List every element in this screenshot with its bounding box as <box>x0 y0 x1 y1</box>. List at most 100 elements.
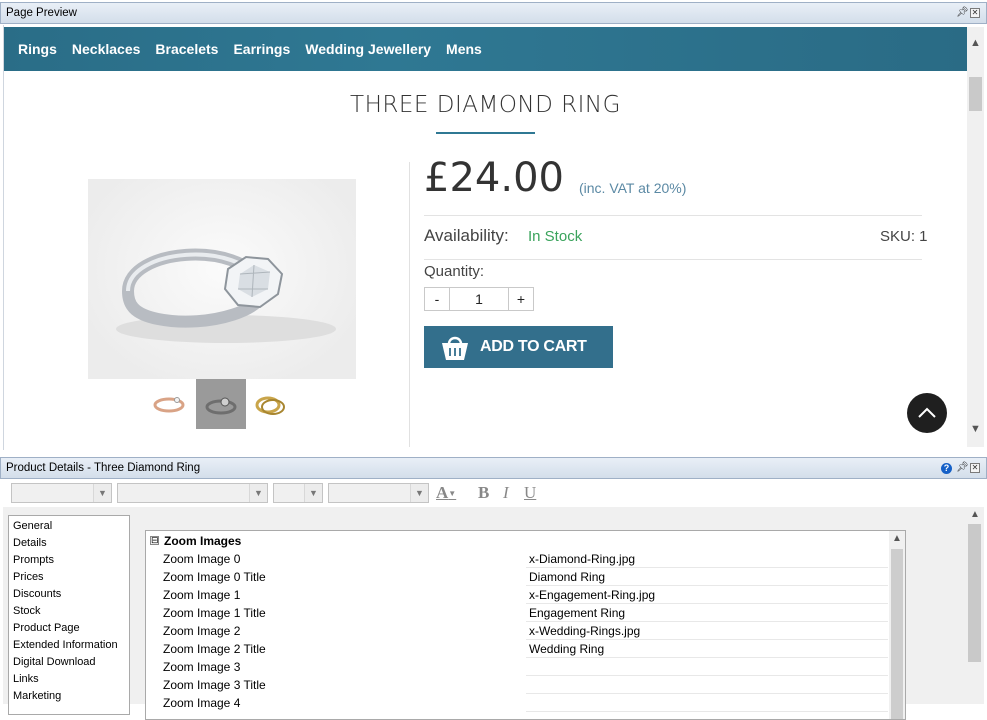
chevron-down-icon: ▼ <box>448 489 457 499</box>
category-item-discounts[interactable]: Discounts <box>9 586 129 603</box>
scroll-up-icon[interactable]: ▲ <box>892 533 902 544</box>
nav-item-necklaces[interactable]: Necklaces <box>72 41 141 57</box>
details-scrollbar[interactable]: ▲ <box>966 507 984 704</box>
nav-item-bracelets[interactable]: Bracelets <box>155 41 218 57</box>
category-item-stock[interactable]: Stock <box>9 603 129 620</box>
property-name: Zoom Image 3 <box>163 660 241 674</box>
category-item-links[interactable]: Links <box>9 671 129 688</box>
formatting-toolbar: ▼ ▼ ▼ ▼ A▼ B I U <box>3 479 984 506</box>
font-color-button[interactable]: A▼ <box>436 483 456 503</box>
scroll-down-icon[interactable]: ▼ <box>970 423 981 435</box>
property-row[interactable]: Zoom Image 4 <box>146 694 891 712</box>
property-row[interactable]: Zoom Image 3 Title <box>146 676 891 694</box>
property-row[interactable]: Zoom Image 1 x-Engagement-Ring.jpg <box>146 586 891 604</box>
property-value[interactable] <box>526 694 888 712</box>
property-row[interactable]: Zoom Image 0 Title Diamond Ring <box>146 568 891 586</box>
property-value[interactable] <box>526 676 888 694</box>
property-value[interactable]: x-Wedding-Rings.jpg <box>526 622 888 640</box>
scrollbar-thumb[interactable] <box>968 524 981 662</box>
font-size-dropdown[interactable]: ▼ <box>273 483 323 503</box>
product-details-title: Product Details - Three Diamond Ring <box>6 462 201 474</box>
category-item-digital-download[interactable]: Digital Download <box>9 654 129 671</box>
store-navbar: Rings Necklaces Bracelets Earrings Weddi… <box>4 27 967 71</box>
category-list: General Details Prompts Prices Discounts… <box>8 515 130 715</box>
nav-item-wedding-jewellery[interactable]: Wedding Jewellery <box>305 41 431 57</box>
thumbnail-diamond-ring[interactable] <box>196 379 246 429</box>
help-icon[interactable]: ? <box>941 462 952 474</box>
product-title: THREE DIAMOND RING <box>350 92 621 118</box>
bold-button[interactable]: B <box>478 483 489 503</box>
vat-note: (inc. VAT at 20%) <box>579 180 687 196</box>
category-item-extended-information[interactable]: Extended Information <box>9 637 129 654</box>
italic-button[interactable]: I <box>503 483 509 503</box>
pin-icon[interactable]: 📌︎ <box>956 7 969 19</box>
shopping-basket-icon <box>442 336 468 360</box>
category-item-general[interactable]: General <box>9 518 129 535</box>
product-image[interactable] <box>88 179 356 379</box>
font-dropdown[interactable]: ▼ <box>117 483 268 503</box>
title-divider <box>436 132 535 134</box>
property-row[interactable]: Zoom Image 2 Title Wedding Ring <box>146 640 891 658</box>
style-dropdown[interactable]: ▼ <box>11 483 112 503</box>
property-row[interactable]: Zoom Image 3 <box>146 658 891 676</box>
nav-item-earrings[interactable]: Earrings <box>233 41 290 57</box>
property-row[interactable]: Zoom Image 2 x-Wedding-Rings.jpg <box>146 622 891 640</box>
scroll-to-top-button[interactable] <box>907 393 947 433</box>
property-value[interactable]: Diamond Ring <box>526 568 888 586</box>
scroll-up-icon[interactable]: ▲ <box>970 37 981 49</box>
chevron-down-icon: ▼ <box>410 484 428 502</box>
nav-item-rings[interactable]: Rings <box>18 41 57 57</box>
property-value[interactable]: x-Diamond-Ring.jpg <box>526 550 888 568</box>
pin-icon[interactable]: 📌︎ <box>956 462 969 474</box>
preview-scrollbar[interactable]: ▲ ▼ <box>967 27 984 447</box>
quantity-increment-button[interactable]: + <box>509 288 533 310</box>
property-name: Zoom Image 3 Title <box>163 678 266 692</box>
product-price: £24.00 <box>424 155 564 201</box>
close-icon[interactable]: ✕ <box>970 463 980 473</box>
format-dropdown[interactable]: ▼ <box>328 483 429 503</box>
availability-status: In Stock <box>528 228 583 245</box>
grid-scrollbar[interactable]: ▲ <box>889 531 905 719</box>
thumbnail-rose-ring[interactable] <box>146 379 196 429</box>
column-divider <box>409 162 410 447</box>
quantity-input[interactable]: 1 <box>449 288 509 310</box>
underline-button[interactable]: U <box>524 483 536 503</box>
property-grid: ⊟ Zoom Images Zoom Image 0 x-Diamond-Ring… <box>145 530 906 720</box>
nav-item-mens[interactable]: Mens <box>446 41 482 57</box>
category-item-prompts[interactable]: Prompts <box>9 552 129 569</box>
property-row[interactable]: Zoom Image 0 x-Diamond-Ring.jpg <box>146 550 891 568</box>
property-value[interactable]: Wedding Ring <box>526 640 888 658</box>
property-name: Zoom Image 1 Title <box>163 606 266 620</box>
property-value[interactable]: Engagement Ring <box>526 604 888 622</box>
product-details-header: Product Details - Three Diamond Ring ? 📌… <box>0 457 987 479</box>
category-item-details[interactable]: Details <box>9 535 129 552</box>
group-label: Zoom Images <box>164 534 242 548</box>
category-item-prices[interactable]: Prices <box>9 569 129 586</box>
sku-label: SKU: 1 <box>880 228 928 245</box>
divider <box>424 215 922 216</box>
chevron-up-icon <box>918 407 936 418</box>
thumbnail-strip <box>146 379 296 429</box>
add-to-cart-label: ADD TO CART <box>480 338 587 355</box>
page-preview: Rings Necklaces Bracelets Earrings Weddi… <box>3 25 984 450</box>
scrollbar-thumb[interactable] <box>891 549 903 719</box>
property-value[interactable] <box>526 658 888 676</box>
category-item-product-page[interactable]: Product Page <box>9 620 129 637</box>
property-value[interactable]: x-Engagement-Ring.jpg <box>526 586 888 604</box>
quantity-decrement-button[interactable]: - <box>425 288 449 310</box>
category-item-marketing[interactable]: Marketing <box>9 688 129 705</box>
close-icon[interactable]: ✕ <box>970 8 980 18</box>
thumbnail-gold-rings[interactable] <box>246 379 296 429</box>
scrollbar-thumb[interactable] <box>969 77 982 111</box>
group-header-zoom-images[interactable]: ⊟ Zoom Images <box>146 532 891 550</box>
property-row[interactable]: Zoom Image 1 Title Engagement Ring <box>146 604 891 622</box>
collapse-icon[interactable]: ⊟ <box>150 536 159 545</box>
quantity-stepper: - 1 + <box>424 287 534 311</box>
chevron-down-icon: ▼ <box>249 484 267 502</box>
page-preview-title: Page Preview <box>6 7 77 19</box>
scroll-up-icon[interactable]: ▲ <box>970 509 980 520</box>
chevron-down-icon: ▼ <box>93 484 111 502</box>
quantity-label: Quantity: <box>424 263 485 280</box>
add-to-cart-button[interactable]: ADD TO CART <box>424 326 613 368</box>
product-details-body: General Details Prompts Prices Discounts… <box>3 507 984 720</box>
